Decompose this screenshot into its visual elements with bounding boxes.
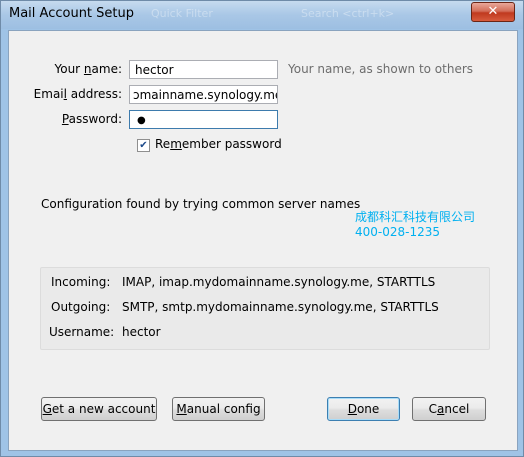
done-button[interactable]: Done — [327, 397, 400, 421]
close-icon: ✕ — [487, 4, 499, 19]
get-new-account-button[interactable]: Get a new account — [41, 397, 157, 421]
watermark-phone: 400-028-1235 — [355, 225, 441, 239]
username-label: Username: — [49, 325, 115, 339]
email-label: Email address: — [33, 87, 122, 101]
incoming-label: Incoming: — [51, 275, 111, 289]
dialog-title: Mail Account Setup — [9, 6, 134, 21]
close-button[interactable]: ✕ — [471, 2, 515, 22]
username-value: hector — [122, 325, 161, 339]
server-config-box: Incoming: IMAP, imap.mydomainname.synolo… — [40, 267, 490, 350]
cancel-button[interactable]: Cancel — [412, 397, 486, 421]
manual-config-button[interactable]: Manual config — [172, 397, 265, 421]
dialog-window: Mail Account Setup Quick Filter Search <… — [0, 0, 524, 457]
name-label: Your name: — [54, 62, 122, 76]
title-bar[interactable]: Mail Account Setup Quick Filter Search <… — [1, 1, 523, 29]
password-label: Password: — [61, 112, 122, 126]
status-message: Configuration found by trying common ser… — [41, 197, 361, 211]
background-search-text: Search <ctrl+k> — [301, 7, 395, 20]
background-quick-filter-text: Quick Filter — [151, 7, 213, 20]
checkmark-icon: ✔ — [139, 140, 148, 151]
remember-password-checkbox[interactable]: ✔ — [137, 139, 150, 152]
name-input[interactable]: hector — [129, 60, 278, 79]
name-hint: Your name, as shown to others — [288, 62, 474, 76]
password-input[interactable]: ● — [129, 110, 278, 129]
email-input[interactable]: ɔmainname.synology.me — [129, 85, 278, 104]
incoming-value: IMAP, imap.mydomainname.synology.me, STA… — [122, 275, 436, 289]
dialog-content: Your name: hector Your name, as shown to… — [8, 30, 518, 451]
watermark-text: 成都科汇科技有限公司 400-028-1235 — [355, 210, 475, 240]
watermark-company: 成都科汇科技有限公司 — [355, 210, 476, 224]
outgoing-label: Outgoing: — [51, 300, 111, 314]
remember-password-label[interactable]: Remember password — [155, 137, 282, 151]
outgoing-value: SMTP, smtp.mydomainname.synology.me, STA… — [122, 300, 439, 314]
